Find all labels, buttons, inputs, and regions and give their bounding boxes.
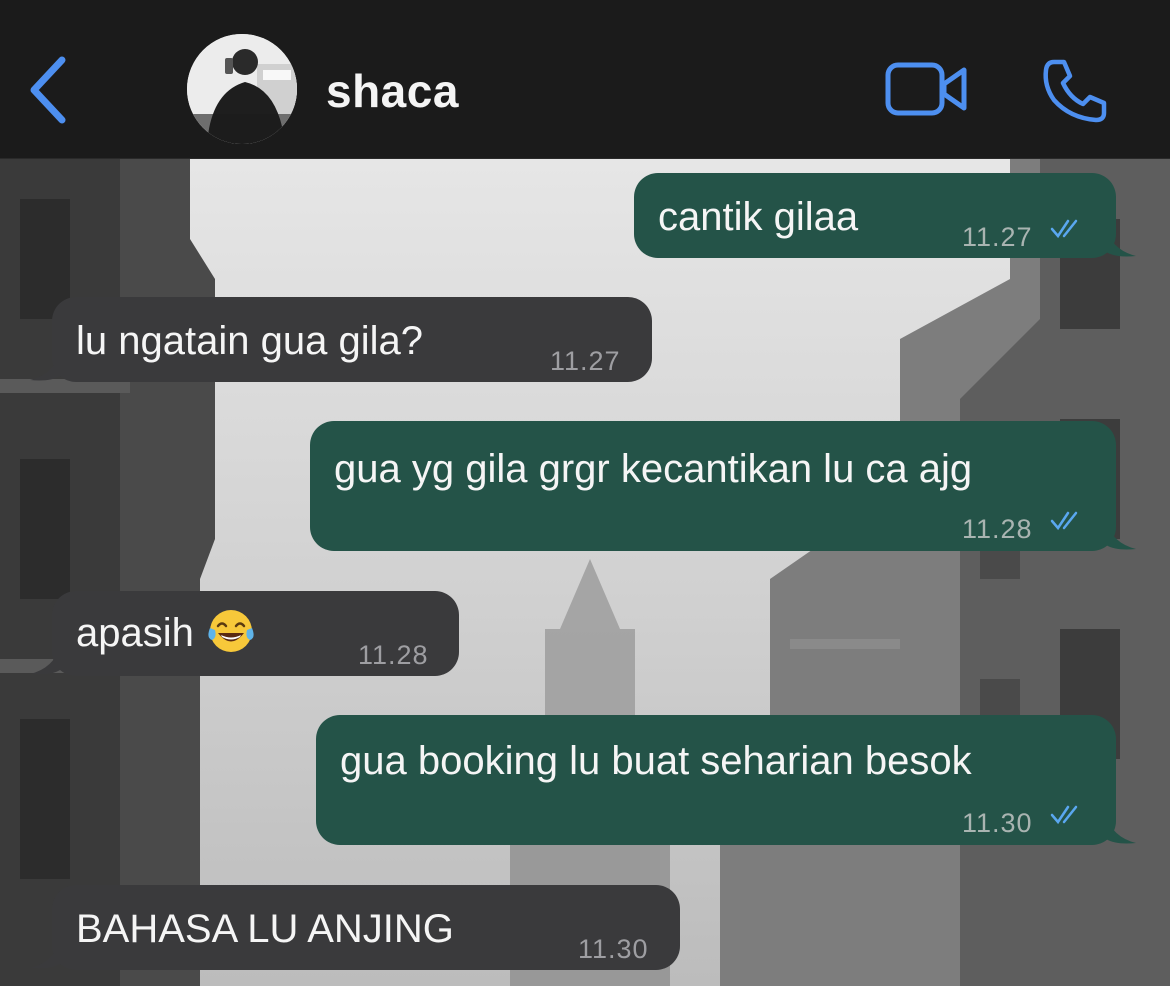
message-time: 11.28	[962, 514, 1033, 544]
message-text: cantik gilaa	[658, 195, 859, 239]
bubble-tail	[1106, 228, 1136, 257]
video-call-icon[interactable]	[884, 60, 968, 118]
chat-header: shaca	[0, 0, 1170, 159]
message-time: 11.30	[578, 934, 649, 964]
message-time: 11.28	[358, 640, 429, 670]
message-text: lu ngatain gua gila?	[76, 319, 423, 363]
read-receipt-icon	[1050, 511, 1078, 531]
bubble-tail	[30, 940, 60, 969]
message-bubble-outgoing[interactable]: cantik gilaa 11.27	[634, 173, 1136, 258]
bubble-tail	[1106, 815, 1136, 844]
face-with-tears-of-joy-icon	[208, 610, 254, 653]
avatar-photo	[187, 34, 297, 144]
message-bubble-incoming[interactable]: BAHASA LU ANJING 11.30	[30, 885, 680, 970]
message-time: 11.30	[962, 808, 1033, 838]
avatar[interactable]	[187, 34, 297, 144]
message-time: 11.27	[962, 222, 1033, 252]
read-receipt-icon	[1050, 805, 1078, 825]
wallpaper-image	[0, 159, 1170, 986]
message-bubble-outgoing[interactable]: gua yg gila grgr kecantikan lu ca ajg 11…	[310, 421, 1136, 551]
message-time: 11.27	[550, 346, 621, 376]
chat-area[interactable]: cantik gilaa 11.27 lu ngatain gua gila? …	[0, 159, 1170, 986]
message-text: apasih	[76, 609, 256, 660]
message-bubble-incoming[interactable]: apasih 11.28	[30, 591, 459, 676]
message-text-content: apasih	[76, 611, 194, 655]
message-text: gua booking lu buat seharian besok	[340, 739, 972, 783]
phone-call-icon[interactable]	[1040, 56, 1110, 126]
bubble-tail	[30, 352, 60, 381]
message-text: gua yg gila grgr kecantikan lu ca ajg	[334, 447, 973, 491]
message-bubble-outgoing[interactable]: gua booking lu buat seharian besok 11.30	[316, 715, 1136, 845]
bubble-tail	[1106, 521, 1136, 550]
message-text: BAHASA LU ANJING	[76, 907, 454, 951]
read-receipt-icon	[1050, 219, 1078, 239]
message-bubble-incoming[interactable]: lu ngatain gua gila? 11.27	[30, 297, 652, 382]
chevron-left-icon[interactable]	[24, 50, 74, 130]
bubble-tail	[30, 646, 60, 675]
contact-name[interactable]: shaca	[326, 64, 459, 118]
